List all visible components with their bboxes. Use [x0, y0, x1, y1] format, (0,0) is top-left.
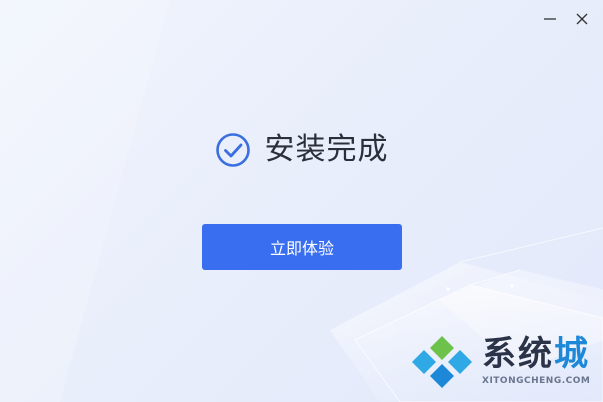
check-circle-icon	[215, 132, 251, 168]
watermark-subtitle: XITONGCHENG.COM	[482, 376, 591, 386]
minimize-button[interactable]	[539, 8, 561, 30]
watermark: 系统城 XITONGCHENG.COM	[410, 330, 600, 394]
watermark-brand-accent: 城	[554, 334, 590, 374]
minimize-icon	[544, 18, 556, 20]
diamond-logo-icon	[412, 336, 472, 388]
watermark-brand-main: 系统	[482, 334, 554, 374]
window-controls	[539, 8, 593, 30]
install-status: 安装完成	[0, 130, 603, 170]
close-icon	[576, 13, 588, 25]
install-complete-title: 安装完成	[264, 132, 389, 167]
watermark-brand: 系统城	[482, 332, 590, 376]
start-experience-button[interactable]: 立即体验	[202, 224, 402, 270]
installer-window: 安装完成 立即体验 系统城 XITONGCHENG.COM	[0, 0, 603, 402]
close-button[interactable]	[571, 8, 593, 30]
